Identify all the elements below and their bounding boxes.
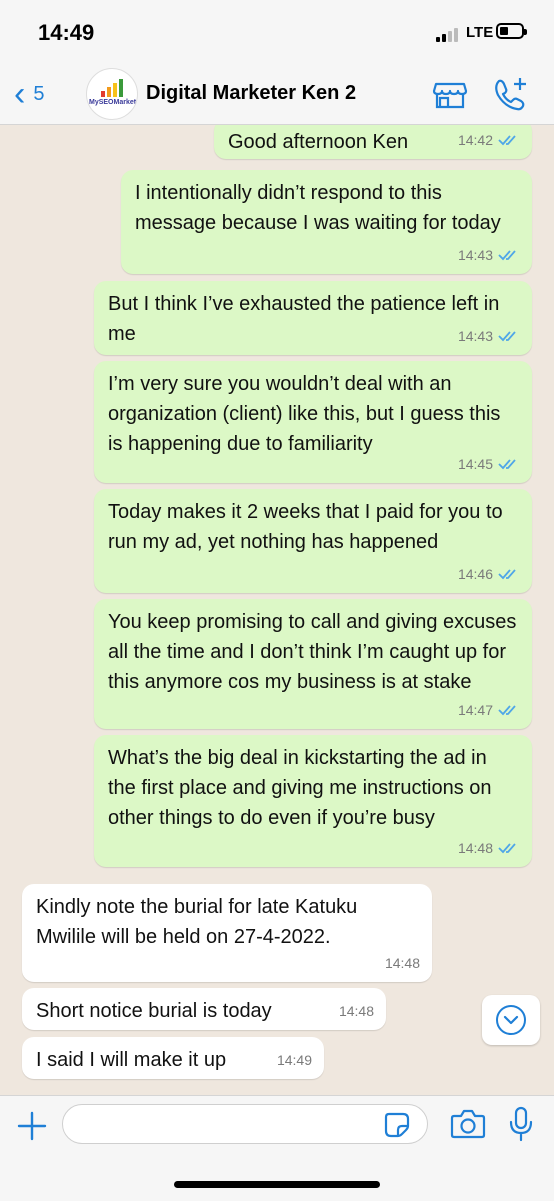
add-call-icon[interactable]: [490, 74, 530, 114]
message-time: 14:42: [457, 132, 493, 148]
message-bubble[interactable]: I intentionally didn’t respond to this m…: [121, 170, 532, 274]
message-text: I’m very sure you wouldn’t deal with an …: [108, 373, 501, 455]
double-check-icon: [498, 843, 516, 854]
message-time: 14:45: [457, 456, 493, 472]
microphone-icon[interactable]: [508, 1106, 534, 1142]
avatar[interactable]: MySEOMarket: [86, 68, 138, 120]
message-meta: 14:43: [458, 321, 520, 351]
message-bubble[interactable]: I said I will make it up 14:49: [22, 1037, 324, 1079]
contact-name[interactable]: Digital Marketer Ken 2: [146, 82, 356, 105]
message-time: 14:43: [457, 247, 493, 263]
message-meta: 14:49: [277, 1045, 312, 1075]
battery-icon: [496, 23, 527, 39]
status-bar: 14:49 LTE: [0, 0, 554, 64]
message-list[interactable]: Good afternoon Ken 14:42 I intentionally…: [0, 125, 554, 1095]
message-time: 14:48: [338, 1003, 374, 1019]
double-check-icon: [498, 135, 516, 146]
double-check-icon: [498, 459, 516, 470]
message-time: 14:47: [457, 702, 493, 718]
message-input[interactable]: [62, 1104, 428, 1144]
back-button[interactable]: ‹ 5: [14, 76, 44, 112]
double-check-icon: [498, 331, 516, 342]
message-text: Today makes it 2 weeks that I paid for y…: [108, 501, 503, 553]
chat-header: ‹ 5 MySEOMarket Digital Marketer Ken 2: [0, 64, 554, 125]
message-meta: 14:48: [458, 833, 520, 863]
double-check-icon: [498, 705, 516, 716]
message-meta: 14:46: [458, 559, 520, 589]
message-time: 14:49: [276, 1052, 312, 1068]
message-text: But I think I’ve exhausted the patience …: [108, 293, 500, 345]
sticker-icon[interactable]: [384, 1112, 410, 1138]
message-bubble[interactable]: Good afternoon Ken 14:42: [214, 125, 532, 159]
message-bubble[interactable]: Kindly note the burial for late Katuku M…: [22, 884, 432, 982]
double-check-icon: [498, 569, 516, 580]
message-bubble[interactable]: But I think I’ve exhausted the patience …: [94, 281, 532, 355]
message-text: You keep promising to call and giving ex…: [108, 611, 517, 693]
message-text: Short notice burial is today: [36, 1000, 272, 1022]
message-time: 14:48: [457, 840, 493, 856]
chevron-left-icon: ‹: [14, 75, 26, 113]
message-text: Kindly note the burial for late Katuku M…: [36, 896, 358, 948]
message-meta: 14:43: [458, 240, 520, 270]
message-text: Good afternoon Ken: [228, 131, 409, 153]
message-meta: 14:45: [458, 449, 520, 479]
message-bubble[interactable]: What’s the big deal in kickstarting the …: [94, 735, 532, 867]
message-meta: 14:47: [458, 695, 520, 725]
signal-strength-icon: [436, 26, 462, 42]
message-meta: 14:48: [385, 948, 420, 978]
network-type: LTE: [466, 24, 494, 41]
message-time: 14:43: [457, 328, 493, 344]
unread-count: 5: [33, 82, 45, 105]
message-bubble[interactable]: I’m very sure you wouldn’t deal with an …: [94, 361, 532, 483]
scroll-to-bottom-button[interactable]: [482, 995, 540, 1045]
status-time: 14:49: [38, 20, 95, 45]
message-bubble[interactable]: You keep promising to call and giving ex…: [94, 599, 532, 729]
storefront-icon[interactable]: [430, 74, 470, 114]
message-text: I said I will make it up: [36, 1049, 227, 1071]
double-check-icon: [498, 250, 516, 261]
bar-chart-logo-icon: [101, 79, 123, 97]
message-bubble[interactable]: Today makes it 2 weeks that I paid for y…: [94, 489, 532, 593]
composer-bar: [0, 1095, 554, 1201]
message-time: 14:48: [384, 955, 420, 971]
chevron-down-circle-icon: [496, 1005, 526, 1035]
message-bubble[interactable]: Short notice burial is today 14:48: [22, 988, 386, 1030]
message-meta: 14:48: [339, 996, 374, 1026]
home-indicator[interactable]: [174, 1181, 380, 1188]
message-text: I intentionally didn’t respond to this m…: [135, 182, 501, 234]
avatar-logo-text: MySEOMarket: [89, 99, 137, 106]
message-time: 14:46: [457, 566, 493, 582]
plus-icon[interactable]: [14, 1108, 50, 1144]
camera-icon[interactable]: [450, 1108, 486, 1140]
message-meta: 14:42: [458, 125, 520, 155]
message-text: What’s the big deal in kickstarting the …: [108, 747, 492, 829]
